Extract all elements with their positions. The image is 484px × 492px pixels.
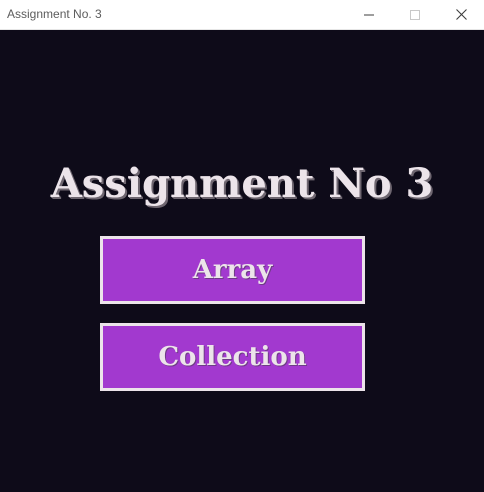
- close-button[interactable]: [438, 0, 484, 29]
- minimize-icon: [364, 10, 374, 20]
- maximize-icon: [410, 9, 420, 20]
- minimize-button[interactable]: [346, 0, 392, 29]
- array-button[interactable]: Array: [100, 236, 365, 304]
- maximize-button[interactable]: [392, 0, 438, 29]
- app-window: Assignment No. 3 Assignment No 3 Array C…: [0, 0, 484, 492]
- window-title: Assignment No. 3: [7, 7, 102, 21]
- close-icon: [455, 9, 467, 20]
- page-title: Assignment No 3: [50, 160, 434, 207]
- title-bar[interactable]: Assignment No. 3: [0, 0, 484, 30]
- collection-button[interactable]: Collection: [100, 323, 365, 391]
- main-panel: Assignment No 3 Array Collection: [0, 30, 484, 492]
